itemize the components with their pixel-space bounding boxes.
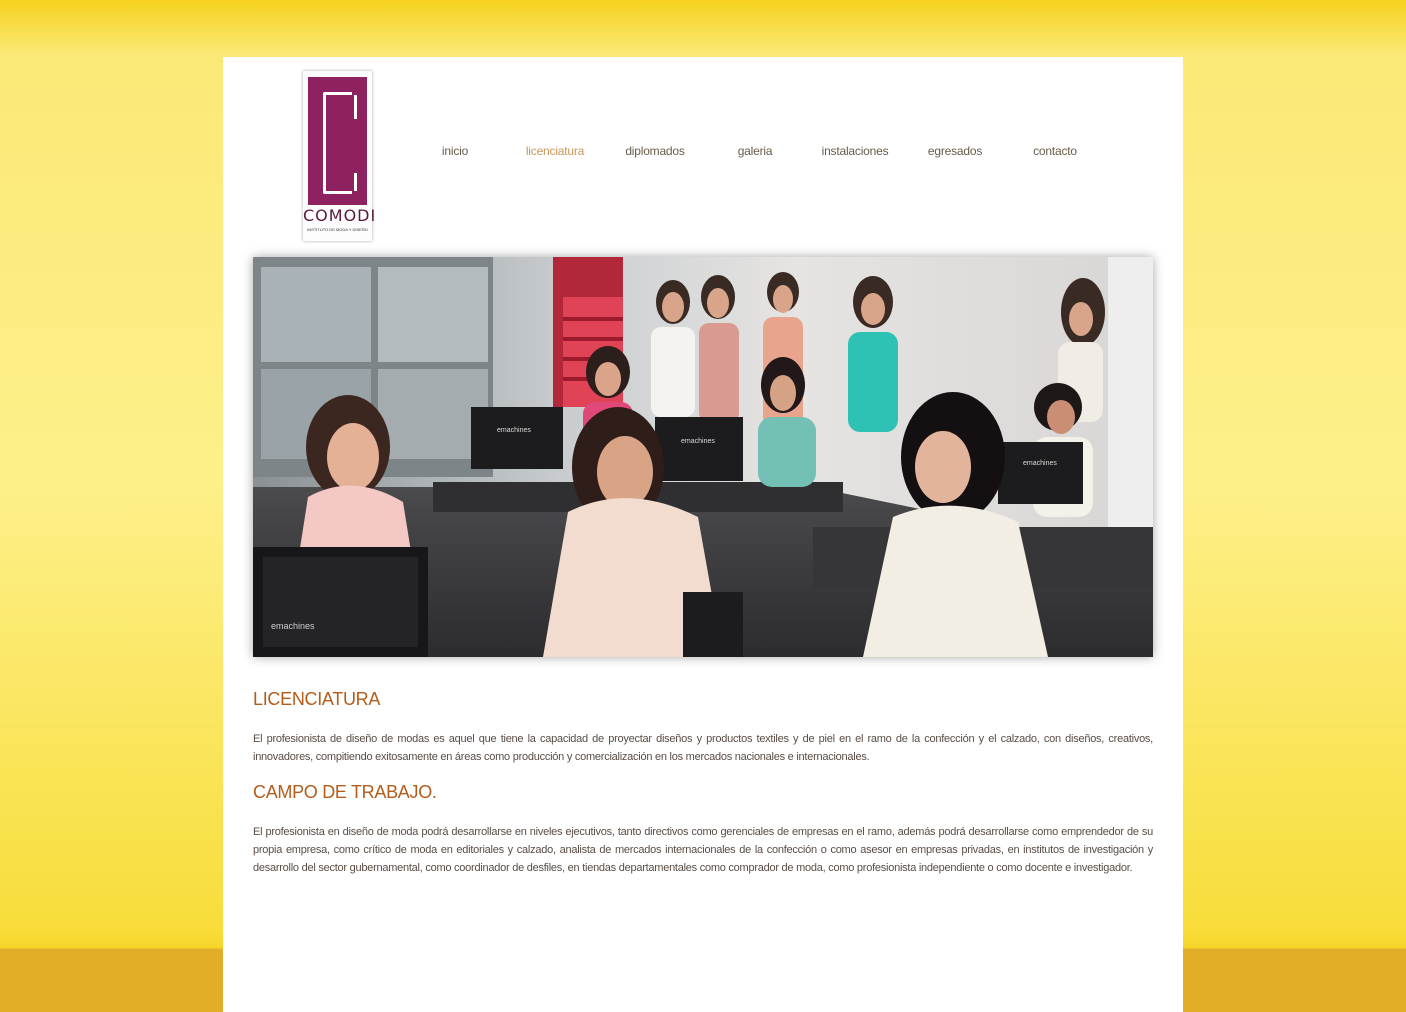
nav-item-galeria[interactable]: galeria xyxy=(705,144,805,158)
monitor-brand-label: emachines xyxy=(681,438,715,445)
logo-tagline: INSTITUTO DE MODA Y DISEÑO xyxy=(307,227,368,232)
logo-name: COMODI xyxy=(303,206,377,225)
section-text-campo-trabajo: El profesionista en diseño de moda podrá… xyxy=(253,826,1153,874)
monitor-brand-label: emachines xyxy=(497,427,531,434)
monitor-brand-label: emachines xyxy=(1023,460,1057,467)
page-container: COMODI INSTITUTO DE MODA Y DISEÑO inicio… xyxy=(223,57,1183,1012)
nav-item-contacto[interactable]: contacto xyxy=(1005,144,1105,158)
logo[interactable]: COMODI INSTITUTO DE MODA Y DISEÑO xyxy=(303,71,377,241)
logo-c-glyph xyxy=(323,92,357,194)
hero-photo: emachines emachines emachines emachines xyxy=(253,257,1153,657)
nav-item-diplomados[interactable]: diplomados xyxy=(605,144,705,158)
logo-mark xyxy=(308,77,367,205)
hero-photo-illustration: emachines emachines emachines emachines xyxy=(253,257,1153,657)
section-title-licenciatura: LICENCIATURA xyxy=(253,689,381,709)
nav-item-licenciatura[interactable]: licenciatura xyxy=(505,144,605,158)
nav-item-instalaciones[interactable]: instalaciones xyxy=(805,144,905,158)
monitor-brand-label: emachines xyxy=(271,621,315,631)
section-text-licenciatura: El profesionista de diseño de modas es a… xyxy=(253,733,1153,763)
nav-item-inicio[interactable]: inicio xyxy=(405,144,505,158)
nav-item-egresados[interactable]: egresados xyxy=(905,144,1005,158)
section-title-campo-trabajo: CAMPO DE TRABAJO. xyxy=(253,782,437,802)
main-nav: inicio licenciatura diplomados galeria i… xyxy=(405,144,1105,164)
